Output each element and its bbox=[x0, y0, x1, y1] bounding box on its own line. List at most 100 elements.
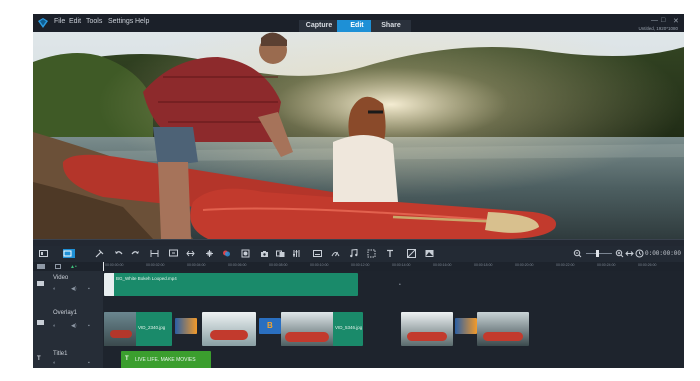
ruler-tick: 00:00:00:00 bbox=[105, 263, 124, 267]
overlay-clip[interactable] bbox=[477, 312, 529, 346]
title-clip-label: LIVE LIFE. MAKE MOVIES bbox=[135, 357, 196, 363]
menu-settings[interactable]: Settings bbox=[108, 18, 133, 25]
track-visibility-icon[interactable]: ◐ bbox=[53, 360, 56, 366]
minimize-icon[interactable]: — bbox=[651, 17, 658, 24]
menu-file[interactable]: File bbox=[54, 18, 65, 25]
ruler-tick: 00:00:12:00 bbox=[351, 263, 370, 267]
redo-icon[interactable] bbox=[131, 249, 140, 258]
tab-capture[interactable]: Capture bbox=[299, 20, 339, 32]
timeline-toolbar: 0:00:00:00 bbox=[33, 246, 684, 262]
audio-mixer-icon[interactable] bbox=[292, 249, 301, 258]
transition-clip[interactable] bbox=[455, 318, 477, 334]
video-clip[interactable]: BG_White Bokeh Looped.mp4 bbox=[104, 273, 358, 296]
timeline-view-icon[interactable] bbox=[63, 249, 75, 258]
record-screen-icon[interactable] bbox=[169, 249, 178, 258]
tab-share[interactable]: Share bbox=[371, 20, 411, 32]
overlay-clip[interactable] bbox=[401, 312, 453, 346]
subtitle-editor-icon[interactable] bbox=[313, 249, 322, 258]
track-lock-icon[interactable]: ▪ bbox=[88, 286, 90, 292]
track-lane-overlay[interactable]: VID_2340.jpg B VID_5346.jpg bbox=[103, 298, 684, 350]
overlay-clip-label: VID_5346.jpg bbox=[335, 325, 363, 330]
clip-thumbnail bbox=[104, 273, 114, 296]
ruler-tick: 00:00:18:00 bbox=[474, 263, 493, 267]
timeline-timecode[interactable]: 0:00:00:00 bbox=[645, 250, 681, 257]
clock-icon bbox=[635, 249, 644, 258]
pan-zoom-icon[interactable] bbox=[367, 249, 376, 258]
close-icon[interactable]: ✕ bbox=[673, 17, 679, 25]
motion-tracking-icon[interactable] bbox=[205, 249, 214, 258]
overlay-clip[interactable]: VID_2340.jpg bbox=[104, 312, 172, 346]
track-header-video[interactable]: Video ◐ ◀) ▪ bbox=[33, 271, 103, 299]
zoom-in-icon[interactable] bbox=[615, 249, 624, 258]
overlay-clip-label: VID_2340.jpg bbox=[138, 325, 166, 330]
track-visibility-icon[interactable]: ◐ bbox=[53, 323, 56, 329]
ruler-tick: 00:00:02:00 bbox=[146, 263, 165, 267]
video-clip-label: BG_White Bokeh Looped.mp4 bbox=[116, 276, 177, 281]
mask-creator-icon[interactable] bbox=[241, 249, 250, 258]
fit-project-icon[interactable] bbox=[625, 249, 634, 258]
storyboard-view-icon[interactable] bbox=[39, 249, 48, 258]
split-screen-icon[interactable] bbox=[407, 249, 416, 258]
playhead[interactable] bbox=[103, 262, 104, 271]
track-lane-title[interactable]: T LIVE LIFE. MAKE MOVIES bbox=[103, 349, 684, 368]
track-audio-icon[interactable]: ◀) bbox=[71, 323, 77, 329]
ruler-tick: 00:00:22:00 bbox=[556, 263, 575, 267]
ruler-tick: 00:00:14:00 bbox=[392, 263, 411, 267]
project-name: Untitled, 1920*1080 bbox=[638, 26, 678, 31]
ruler-tick: 00:00:20:00 bbox=[515, 263, 534, 267]
ruler-tick: 00:00:16:00 bbox=[433, 263, 452, 267]
track-marker-icon: • bbox=[399, 282, 401, 288]
ruler-tick: 00:00:26:00 bbox=[638, 263, 657, 267]
auto-music-icon[interactable] bbox=[349, 249, 358, 258]
menu-bar: File Edit Tools Settings Help Capture Ed… bbox=[33, 14, 684, 32]
video-track-icon bbox=[37, 281, 44, 286]
menu-tools[interactable]: Tools bbox=[86, 18, 102, 25]
speed-icon[interactable] bbox=[331, 249, 340, 258]
transition-clip[interactable] bbox=[175, 318, 197, 334]
transition-clip[interactable]: B bbox=[259, 318, 281, 334]
ruler-tick: 00:00:08:00 bbox=[269, 263, 288, 267]
title-track-icon: T bbox=[37, 356, 41, 362]
track-name-video: Video bbox=[53, 275, 69, 281]
track-lock-icon[interactable]: ▪ bbox=[88, 323, 90, 329]
clip-thumbnail bbox=[281, 312, 333, 346]
maximize-icon[interactable]: □ bbox=[661, 17, 665, 24]
overlay-clip[interactable]: VID_5346.jpg bbox=[281, 312, 363, 346]
ruler-tick: 00:00:06:00 bbox=[228, 263, 247, 267]
preview-window[interactable] bbox=[33, 32, 684, 239]
track-audio-icon[interactable]: ◀) bbox=[71, 286, 77, 292]
timeline-ruler[interactable]: ▲• 00:00:00:00 00:00:02:00 00:00:04:00 0… bbox=[33, 262, 684, 271]
split-icon[interactable] bbox=[150, 249, 159, 258]
track-manager-icon[interactable] bbox=[37, 264, 45, 269]
undo-icon[interactable] bbox=[114, 249, 123, 258]
track-name-title: Title1 bbox=[53, 351, 68, 357]
ruler-tick: 00:00:24:00 bbox=[597, 263, 616, 267]
track-lock-icon[interactable]: ▪ bbox=[88, 360, 90, 366]
title-clip[interactable]: T LIVE LIFE. MAKE MOVIES bbox=[121, 351, 211, 368]
tools-icon[interactable] bbox=[95, 249, 104, 258]
blend-icon[interactable] bbox=[425, 249, 434, 258]
track-header-title[interactable]: T Title1 ◐ ▪ bbox=[33, 349, 103, 368]
track-visibility-icon[interactable]: ◐ bbox=[53, 286, 56, 292]
ruler-tick: 00:00:04:00 bbox=[187, 263, 206, 267]
add-track-icon[interactable]: ▲• bbox=[70, 264, 77, 270]
ruler-tick: 00:00:10:00 bbox=[310, 263, 329, 267]
video-editor-window: File Edit Tools Settings Help Capture Ed… bbox=[33, 14, 684, 368]
menu-help[interactable]: Help bbox=[135, 18, 149, 25]
overlay-clip[interactable] bbox=[202, 312, 256, 346]
zoom-out-icon[interactable] bbox=[573, 249, 582, 258]
track-name-overlay: Overlay1 bbox=[53, 310, 78, 316]
multi-camera-icon[interactable] bbox=[276, 249, 285, 258]
chapter-icon[interactable] bbox=[55, 264, 61, 269]
camera-icon[interactable] bbox=[260, 249, 269, 258]
zoom-slider-handle[interactable] bbox=[596, 250, 599, 257]
track-lane-video[interactable]: BG_White Bokeh Looped.mp4 • bbox=[103, 271, 684, 299]
app-logo-icon bbox=[38, 18, 48, 28]
menu-edit[interactable]: Edit bbox=[69, 18, 81, 25]
zoom-slider[interactable] bbox=[586, 253, 612, 254]
trim-icon[interactable] bbox=[186, 249, 195, 258]
overlay-track-icon bbox=[37, 320, 44, 325]
title-text-icon[interactable] bbox=[386, 249, 395, 258]
track-header-overlay[interactable]: Overlay1 ◐ ◀) ▪ bbox=[33, 298, 103, 350]
color-grading-icon[interactable] bbox=[222, 249, 231, 258]
